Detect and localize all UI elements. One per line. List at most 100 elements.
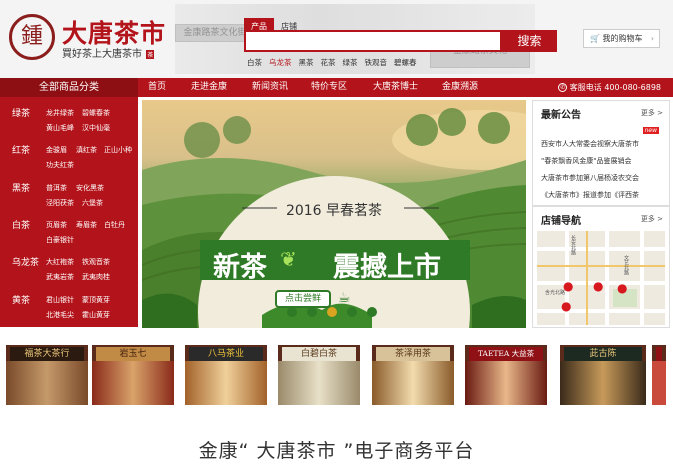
subcategory-link[interactable]: 碧螺春茶 bbox=[82, 108, 110, 118]
store-navigation-more-link[interactable]: 更多 > bbox=[641, 214, 663, 224]
category-oolong-tea[interactable]: 乌龙茶 bbox=[12, 255, 39, 268]
nav-item-specials[interactable]: 特价专区 bbox=[311, 78, 347, 97]
hot-word[interactable]: 碧螺春 bbox=[394, 58, 417, 67]
logo-seal: 茶 bbox=[146, 49, 155, 59]
map-streets bbox=[537, 231, 665, 325]
nav-item-home[interactable]: 首页 bbox=[148, 78, 166, 97]
subcategory-link[interactable]: 六堡茶 bbox=[82, 198, 103, 208]
subcategory-link[interactable]: 安化黑茶 bbox=[76, 183, 104, 193]
hot-word[interactable]: 白茶 bbox=[247, 58, 262, 67]
shop-front bbox=[652, 361, 666, 405]
hot-search-words: 白茶 乌龙茶 黑茶 花茶 绿茶 铁观音 碧螺春 bbox=[247, 57, 424, 68]
banner-year-title: 2016 早春茗茶 bbox=[285, 203, 383, 219]
subcategory-link[interactable]: 武夷肉桂 bbox=[82, 272, 110, 282]
news-item[interactable]: "春茶飘香风金康"品鉴展销会 bbox=[541, 156, 631, 166]
category-sidebar: 绿茶 龙井绿茶 碧螺春茶 黄山毛峰 汉中仙毫 红茶 金骏眉 滇红茶 正山小种 功… bbox=[0, 97, 138, 327]
category-white-tea[interactable]: 白茶 bbox=[12, 218, 30, 231]
search-input[interactable] bbox=[244, 30, 502, 52]
all-categories-button[interactable]: 全部商品分类 bbox=[0, 78, 138, 97]
subcategory-link[interactable]: 武夷岩茶 bbox=[46, 272, 74, 282]
shop-front bbox=[372, 361, 454, 405]
news-item[interactable]: 西安市人大常委会视察大唐茶市 bbox=[541, 139, 639, 149]
page-caption: 金康“ 大唐茶市 ”电子商务平台 bbox=[198, 440, 475, 462]
shop-sign: 福茶大茶行 bbox=[10, 347, 84, 361]
shop-sign: 茶泽用茶 bbox=[376, 347, 450, 361]
subcategory-link[interactable]: 君山银针 bbox=[46, 295, 74, 305]
hotline: ✆ 客服电话 400-080-6898 bbox=[558, 78, 661, 97]
map-label: 含光北路 bbox=[545, 290, 566, 296]
phone-icon: ✆ bbox=[558, 83, 568, 92]
map-pin-icon[interactable]: ● bbox=[561, 299, 571, 313]
hot-word[interactable]: 黑茶 bbox=[299, 58, 314, 67]
logo-slogan: 買好茶上大唐茶市 茶 bbox=[62, 45, 155, 60]
nav-item-traceability[interactable]: 金康溯源 bbox=[442, 78, 478, 97]
store-map[interactable]: 长安北路 文艺北路 含光北路 ● ● ● ● bbox=[537, 231, 665, 325]
news-item[interactable]: 大唐茶市参加第八届杨凌农交会 bbox=[541, 173, 639, 183]
subcategory-link[interactable]: 铁观音茶 bbox=[82, 257, 110, 267]
shop-photo[interactable]: 茶泽用茶 bbox=[372, 345, 454, 405]
subcategory-link[interactable]: 页眉茶 bbox=[46, 220, 67, 230]
shop-sign: 茈古陈 bbox=[564, 347, 642, 361]
nav-item-about[interactable]: 走进金康 bbox=[191, 78, 227, 97]
hot-word[interactable]: 绿茶 bbox=[343, 58, 358, 67]
subcategory-link[interactable]: 蒙顶黄芽 bbox=[82, 295, 110, 305]
shop-photo[interactable]: 茈古陈 bbox=[560, 345, 646, 405]
subcategory-link[interactable]: 普洱茶 bbox=[46, 183, 67, 193]
subcategory-link[interactable]: 黄山毛峰 bbox=[46, 123, 74, 133]
category-green-tea[interactable]: 绿茶 bbox=[12, 106, 30, 119]
nav-item-tea-doctor[interactable]: 大唐茶博士 bbox=[373, 78, 418, 97]
shop-photo[interactable]: 岩玉七 bbox=[92, 345, 174, 405]
hotline-text: 客服电话 400-080-6898 bbox=[569, 83, 661, 92]
hot-word[interactable]: 花茶 bbox=[321, 58, 336, 67]
category-black-tea[interactable]: 红茶 bbox=[12, 143, 30, 156]
cart-button[interactable]: 🛒 我的购物车 › bbox=[583, 29, 660, 48]
subcategory-link[interactable]: 泾阳茯茶 bbox=[46, 198, 74, 208]
chevron-right-icon: › bbox=[650, 34, 654, 43]
map-pin-icon[interactable]: ● bbox=[617, 281, 627, 295]
subcategory-link[interactable]: 汉中仙毫 bbox=[82, 123, 110, 133]
shop-photo[interactable]: 白碧白茶 bbox=[278, 345, 360, 405]
shop-photo[interactable] bbox=[652, 345, 666, 405]
logo-slogan-text: 買好茶上大唐茶市 bbox=[62, 49, 142, 60]
search-button[interactable]: 搜索 bbox=[502, 30, 557, 52]
shop-photo[interactable]: TAETEA 大益茶 bbox=[465, 345, 547, 405]
subcategory-link[interactable]: 寿眉茶 bbox=[76, 220, 97, 230]
subcategory-link[interactable]: 大红袍茶 bbox=[46, 257, 74, 267]
cart-label: 我的购物车 bbox=[602, 34, 643, 43]
map-pin-icon[interactable]: ● bbox=[593, 279, 603, 293]
news-item[interactable]: 《大唐茶市》报道参加《评西茶 bbox=[541, 190, 639, 200]
store-navigation-panel: 店铺导航 更多 > 长安北路 文艺北路 含光北路 ● ● ● ● bbox=[532, 206, 670, 328]
category-yellow-tea[interactable]: 黄茶 bbox=[12, 293, 30, 306]
new-badge: new bbox=[642, 127, 659, 134]
try-now-button[interactable]: 点击尝鲜 bbox=[275, 290, 331, 308]
nav-item-news[interactable]: 新闻资讯 bbox=[252, 78, 288, 97]
shop-sign bbox=[656, 347, 662, 361]
subcategory-link[interactable]: 白牡丹 bbox=[104, 220, 125, 230]
hero-banner[interactable]: 2016 早春茗茶 新茶 ❦ 震撼上市 点击尝鲜 ☕ bbox=[142, 100, 526, 328]
subcategory-link[interactable]: 白豪银针 bbox=[46, 235, 74, 245]
leaf-icon: ❦ bbox=[280, 247, 297, 271]
hot-word[interactable]: 铁观音 bbox=[365, 58, 388, 67]
shop-front bbox=[560, 361, 646, 405]
shop-front bbox=[6, 361, 88, 405]
subcategory-link[interactable]: 龙井绿茶 bbox=[46, 108, 74, 118]
background-sign: 金康路茶文化街 bbox=[175, 24, 255, 42]
hot-word[interactable]: 乌龙茶 bbox=[269, 58, 292, 67]
shop-photo[interactable]: 福茶大茶行 bbox=[6, 345, 88, 405]
shop-photo[interactable]: 八马茶业 bbox=[185, 345, 267, 405]
announcements-panel: 最新公告 更多 > new 西安市人大常委会视察大唐茶市 "春茶飘香风金康"品鉴… bbox=[532, 100, 670, 206]
map-pin-icon[interactable]: ● bbox=[563, 279, 573, 293]
announcements-more-link[interactable]: 更多 > bbox=[641, 108, 663, 118]
subcategory-link[interactable]: 功夫红茶 bbox=[46, 160, 74, 170]
subcategory-link[interactable]: 滇红茶 bbox=[76, 145, 97, 155]
subcategory-link[interactable]: 正山小种 bbox=[104, 145, 132, 155]
subcategory-link[interactable]: 霍山黄芽 bbox=[82, 310, 110, 320]
shop-front bbox=[92, 361, 174, 405]
shop-front bbox=[465, 361, 547, 405]
subcategory-link[interactable]: 金骏眉 bbox=[46, 145, 67, 155]
map-label: 文艺北路 bbox=[623, 255, 629, 275]
category-dark-tea[interactable]: 黑茶 bbox=[12, 181, 30, 194]
logo-emblem[interactable]: 鍾 bbox=[9, 14, 55, 60]
subcategory-link[interactable]: 北港毛尖 bbox=[46, 310, 74, 320]
map-label: 长安北路 bbox=[570, 235, 576, 255]
